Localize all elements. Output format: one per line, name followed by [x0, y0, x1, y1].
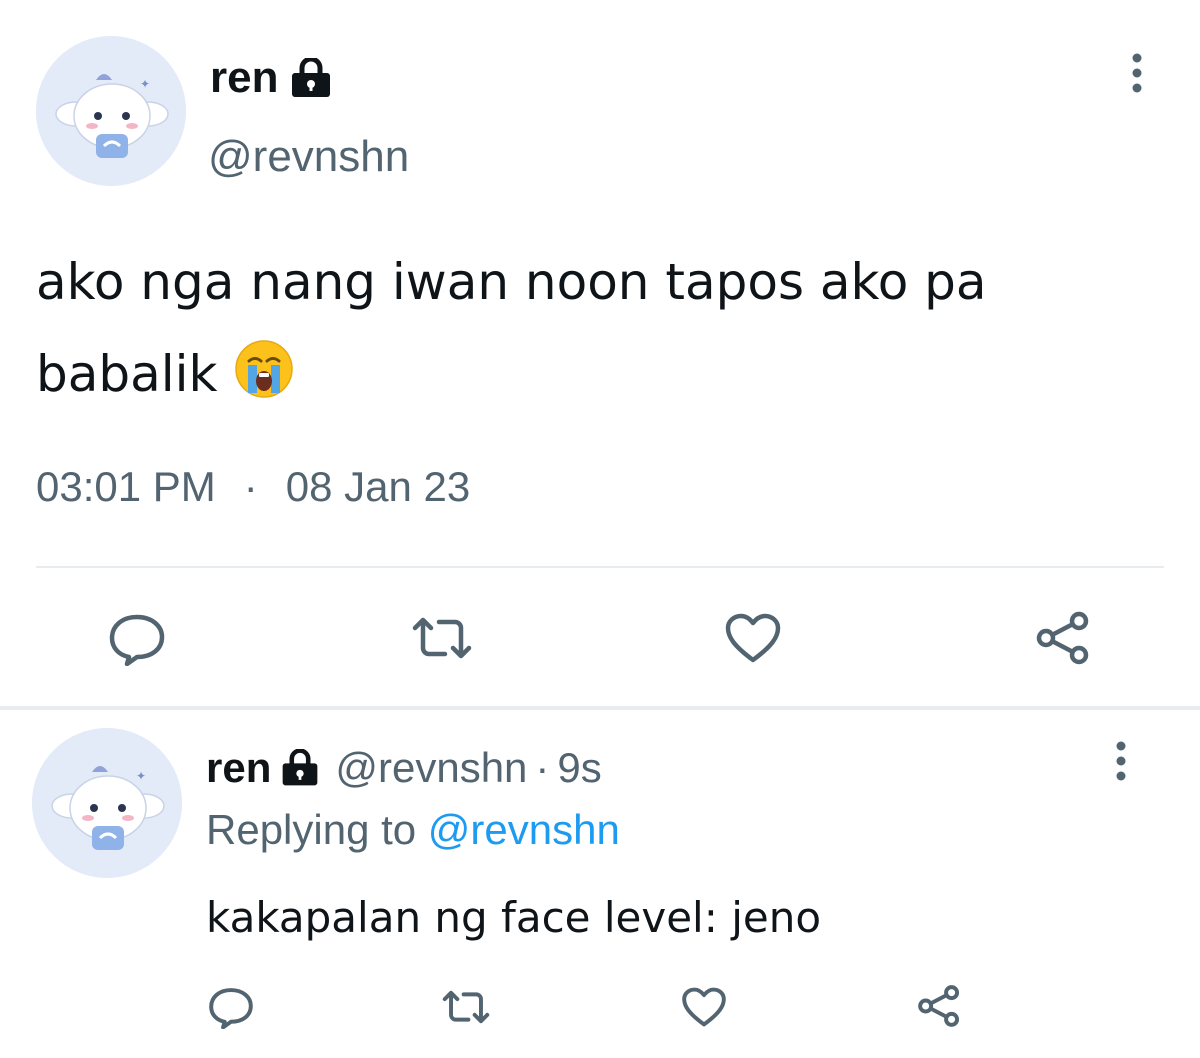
- reply-reply-icon[interactable]: [208, 986, 254, 1029]
- more-options-icon[interactable]: [1127, 52, 1147, 96]
- svg-text:✦: ✦: [136, 769, 146, 783]
- timestamp[interactable]: 03:01 PM · 08 Jan 23: [36, 462, 470, 512]
- reply-separator: ·: [535, 744, 550, 791]
- reply-share-icon[interactable]: [916, 984, 962, 1028]
- lock-icon: [288, 58, 334, 98]
- replying-to: Replying to @revnshn: [206, 804, 620, 856]
- svg-text:✦: ✦: [140, 77, 150, 91]
- retweet-icon[interactable]: [409, 614, 475, 662]
- separator-dot: ·: [243, 463, 258, 510]
- reply-more-options-icon[interactable]: [1111, 740, 1131, 784]
- reply-lock-icon: [279, 749, 321, 787]
- replying-prefix: Replying to: [206, 806, 417, 853]
- reply-handle[interactable]: @revnshn: [335, 742, 527, 794]
- tweet-text: ako nga nang iwan noon tapos ako pa baba…: [36, 236, 1156, 430]
- heart-icon[interactable]: [724, 612, 782, 664]
- reply-header: ren @revnshn · 9s: [206, 742, 602, 794]
- reply-text: kakapalan ng face level: jeno: [206, 893, 822, 942]
- reply-icon[interactable]: [108, 612, 166, 666]
- section-divider: [0, 706, 1200, 710]
- reply-display-name[interactable]: ren: [206, 742, 271, 794]
- tweet-text-line-2-text: babalik: [36, 345, 218, 403]
- share-icon[interactable]: [1034, 610, 1092, 666]
- avatar[interactable]: ✦: [36, 36, 186, 186]
- avatar-image: ✦: [36, 36, 186, 186]
- reply-retweet-icon[interactable]: [440, 988, 492, 1026]
- display-name[interactable]: ren: [210, 52, 334, 104]
- tweet-time: 03:01 PM: [36, 463, 216, 510]
- tweet-text-line-2: babalik: [36, 328, 1156, 430]
- reply-heart-icon[interactable]: [681, 986, 727, 1028]
- display-name-text: ren: [210, 53, 279, 102]
- tweet-date: 08 Jan 23: [285, 463, 471, 510]
- reply-age[interactable]: 9s: [557, 742, 601, 794]
- handle[interactable]: @revnshn: [208, 132, 409, 182]
- divider: [36, 566, 1164, 568]
- loudly-crying-face-icon: [232, 337, 296, 430]
- reply-avatar[interactable]: ✦: [32, 728, 182, 878]
- tweet-text-line-1: ako nga nang iwan noon tapos ako pa: [36, 253, 987, 311]
- replying-mention[interactable]: @revnshn: [428, 806, 620, 853]
- reply-avatar-image: ✦: [32, 728, 182, 878]
